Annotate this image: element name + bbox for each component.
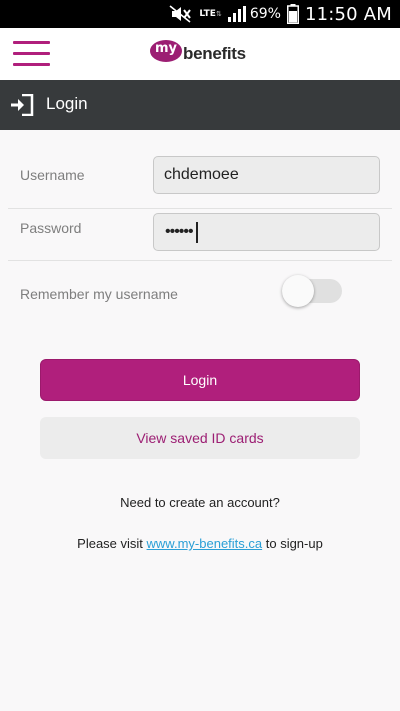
text-caret [196, 222, 198, 243]
my-benefits-link[interactable]: www.my-benefits.ca [147, 536, 263, 551]
hamburger-icon[interactable] [13, 41, 50, 67]
my-benefits-logo: my benefits [150, 36, 260, 70]
signup-prefix: Please visit [77, 536, 147, 551]
lte-arrows-icon: ⇅ [215, 9, 222, 18]
lte-label: LTE [199, 8, 216, 19]
password-label: Password [20, 220, 82, 236]
page-title: Login [46, 94, 88, 113]
login-button[interactable]: Login [40, 359, 360, 401]
username-value: chdemoee [164, 166, 239, 183]
sign-in-icon [10, 93, 34, 117]
page-title-bar: Login [0, 80, 400, 130]
status-bar: LTE ⇅ 69% 11:50 AM [0, 0, 400, 28]
view-saved-id-cards-button[interactable]: View saved ID cards [40, 417, 360, 459]
signup-suffix: to sign-up [262, 536, 323, 551]
create-account-prompt: Need to create an account? [120, 495, 280, 510]
username-label: Username [20, 167, 85, 183]
logo-benefits-text: benefits [183, 44, 246, 63]
remember-username-label: Remember my username [20, 286, 178, 302]
clock: 11:50 AM [304, 3, 392, 25]
app-header: my benefits [0, 28, 400, 80]
battery-percent: 69% [249, 6, 281, 22]
logo-my-text: my [155, 41, 178, 56]
remember-username-toggle[interactable] [282, 275, 342, 307]
username-input[interactable]: chdemoee [153, 156, 380, 194]
signup-instructions: Please visit www.my-benefits.ca to sign-… [0, 536, 400, 551]
password-input[interactable]: •••••• [153, 213, 380, 251]
lte-indicator: LTE ⇅ [199, 8, 222, 19]
mute-icon [169, 5, 193, 23]
toggle-knob [282, 275, 314, 307]
password-masked-value: •••••• [165, 223, 194, 240]
battery-icon [286, 4, 299, 24]
signal-icon [227, 6, 246, 22]
